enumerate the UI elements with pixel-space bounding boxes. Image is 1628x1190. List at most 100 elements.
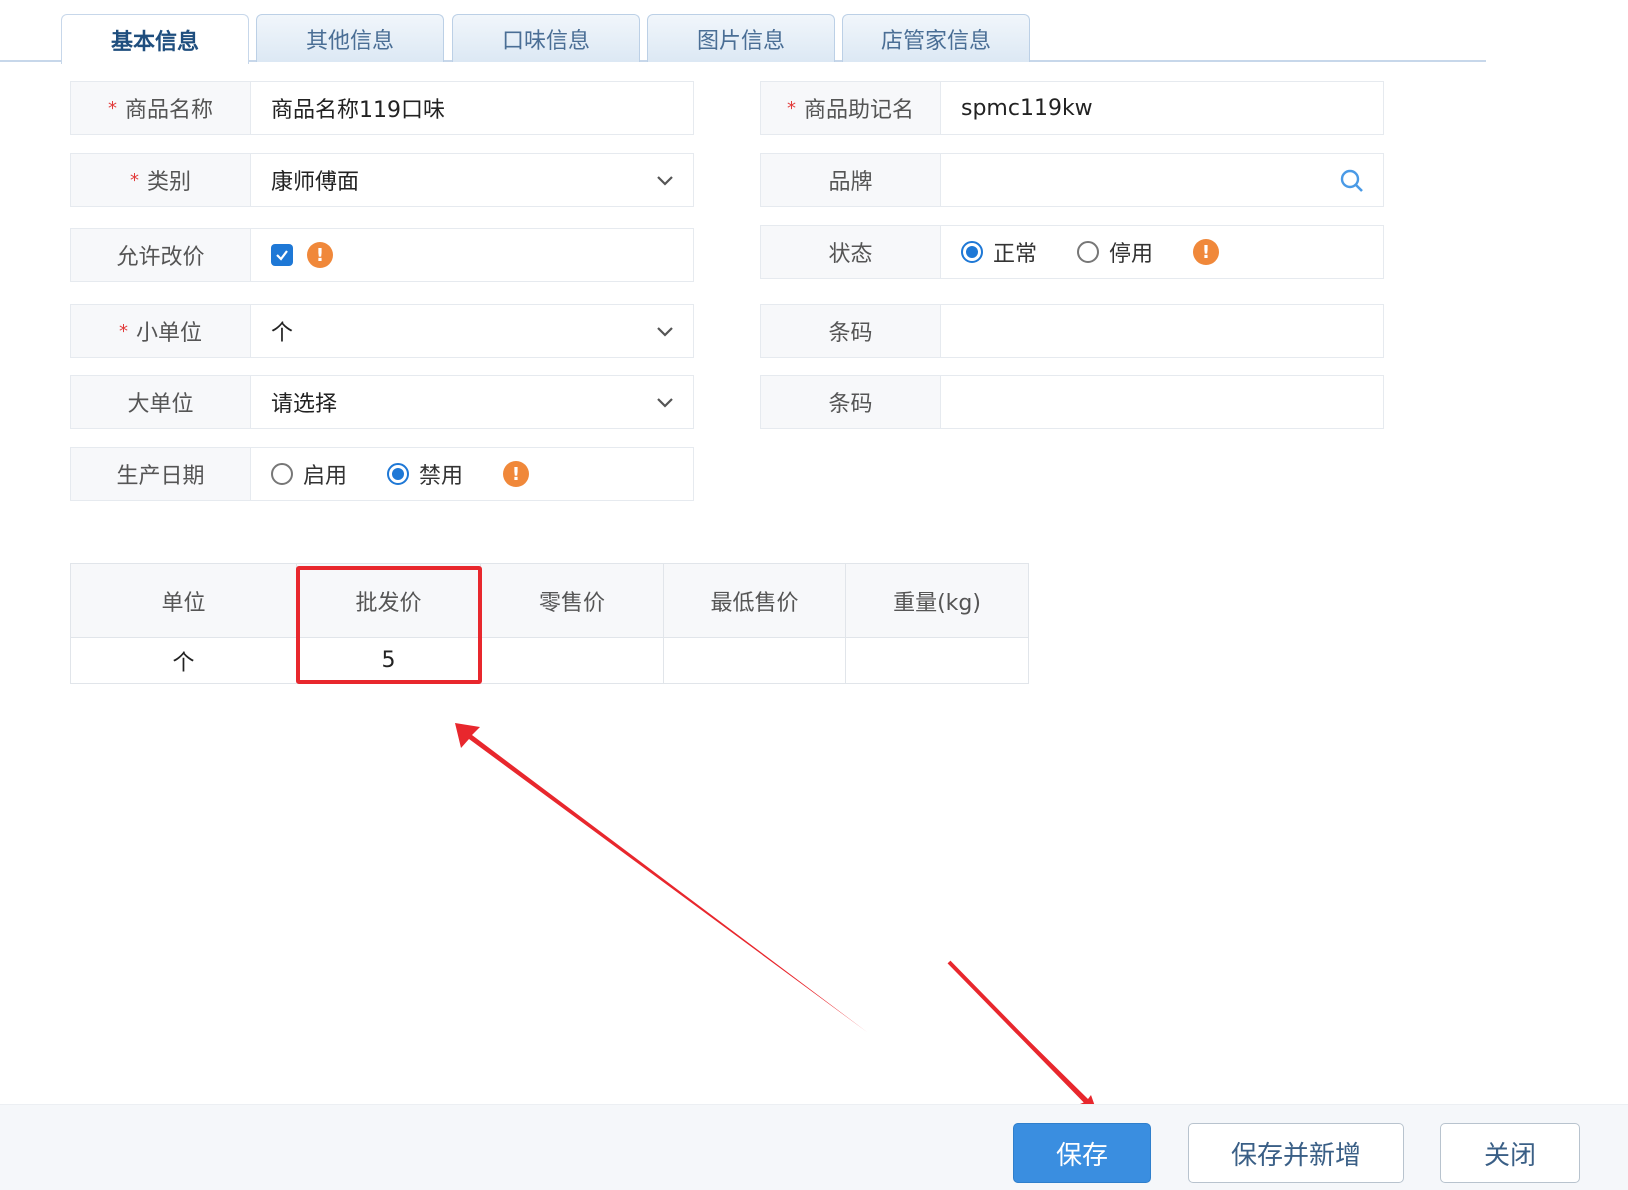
production-date-radio-group: 启用 禁用 ! bbox=[271, 458, 530, 490]
cell-min-price[interactable] bbox=[663, 637, 846, 684]
mnemonic-input[interactable]: spmc119kw bbox=[941, 82, 1383, 134]
allow-price-change-control: ! bbox=[251, 229, 693, 281]
category-label: * 类别 bbox=[71, 154, 251, 206]
cell-retail-price[interactable] bbox=[480, 637, 664, 684]
chevron-down-icon[interactable] bbox=[655, 322, 675, 342]
annotation-arrow-to-save bbox=[949, 962, 1097, 1112]
mnemonic-label: * 商品助记名 bbox=[761, 82, 941, 134]
product-name-input[interactable]: 商品名称119口味 bbox=[251, 82, 693, 134]
small-unit-label: * 小单位 bbox=[71, 305, 251, 357]
required-icon: * bbox=[786, 97, 796, 119]
save-button[interactable]: 保存 bbox=[1013, 1123, 1151, 1183]
production-date-control: 启用 禁用 ! bbox=[251, 448, 693, 500]
check-icon bbox=[276, 250, 288, 261]
column-header-weight: 重量(kg) bbox=[845, 563, 1029, 638]
product-name-label: * 商品名称 bbox=[71, 82, 251, 134]
brand-field: 品牌 bbox=[760, 153, 1384, 207]
large-unit-select[interactable]: 请选择 bbox=[251, 376, 693, 428]
price-table: 单位 批发价 零售价 最低售价 重量(kg) 个 5 bbox=[70, 563, 1029, 684]
status-disabled-radio[interactable]: 停用 bbox=[1077, 236, 1153, 268]
tab-other-info[interactable]: 其他信息 bbox=[256, 14, 444, 62]
annotation-arrow-to-save-shaft bbox=[947, 960, 1090, 1106]
large-unit-label-text: 大单位 bbox=[127, 392, 194, 417]
tab-flavor-info[interactable]: 口味信息 bbox=[452, 14, 640, 62]
barcode-label-text-2: 条码 bbox=[828, 392, 873, 417]
barcode-field-2: 条码 bbox=[760, 375, 1384, 429]
large-unit-value: 请选择 bbox=[271, 392, 338, 417]
allow-price-change-checkbox[interactable] bbox=[271, 244, 293, 266]
large-unit-field: 大单位 请选择 bbox=[70, 375, 694, 429]
production-date-enable-radio[interactable]: 启用 bbox=[271, 458, 347, 490]
brand-label: 品牌 bbox=[761, 154, 941, 206]
small-unit-select[interactable]: 个 bbox=[251, 305, 693, 357]
status-control: 正常 停用 ! bbox=[941, 226, 1383, 278]
status-label-text: 状态 bbox=[828, 242, 873, 267]
status-normal-radio[interactable]: 正常 bbox=[961, 236, 1037, 268]
barcode-input-1[interactable] bbox=[941, 305, 1383, 357]
radio-selected-icon bbox=[961, 241, 983, 263]
status-normal-label: 正常 bbox=[993, 242, 1038, 267]
production-date-disable-label: 禁用 bbox=[419, 464, 464, 489]
mnemonic-field: * 商品助记名 spmc119kw bbox=[760, 81, 1384, 135]
brand-label-text: 品牌 bbox=[828, 170, 873, 195]
tab-store-manager-info[interactable]: 店管家信息 bbox=[842, 14, 1030, 62]
column-header-wholesale-price: 批发价 bbox=[296, 563, 481, 638]
tab-basic-info[interactable]: 基本信息 bbox=[61, 14, 249, 64]
warning-icon[interactable]: ! bbox=[307, 242, 333, 268]
column-header-min-price: 最低售价 bbox=[663, 563, 846, 638]
tab-bar: 基本信息 其他信息 口味信息 图片信息 店管家信息 bbox=[0, 14, 1486, 64]
barcode-label-1: 条码 bbox=[761, 305, 941, 357]
small-unit-value: 个 bbox=[271, 321, 294, 346]
required-icon: * bbox=[118, 320, 128, 342]
production-date-label-text: 生产日期 bbox=[116, 464, 205, 489]
radio-unselected-icon bbox=[271, 463, 293, 485]
production-date-label: 生产日期 bbox=[71, 448, 251, 500]
warning-icon[interactable]: ! bbox=[503, 461, 530, 487]
chevron-down-icon[interactable] bbox=[655, 171, 675, 191]
warning-icon[interactable]: ! bbox=[1193, 239, 1220, 265]
category-label-text: 类别 bbox=[146, 170, 191, 195]
production-date-enable-label: 启用 bbox=[303, 464, 348, 489]
radio-unselected-icon bbox=[1077, 241, 1100, 263]
brand-input[interactable] bbox=[941, 154, 1383, 206]
status-label: 状态 bbox=[761, 226, 941, 278]
cell-unit: 个 bbox=[70, 637, 297, 684]
barcode-field-1: 条码 bbox=[760, 304, 1384, 358]
product-edit-dialog: 基本信息 其他信息 口味信息 图片信息 店管家信息 * 商品名称 商品名称119口… bbox=[0, 0, 1628, 1190]
large-unit-label: 大单位 bbox=[71, 376, 251, 428]
cell-wholesale-price[interactable]: 5 bbox=[296, 637, 481, 684]
status-disabled-label: 停用 bbox=[1109, 242, 1154, 267]
status-radio-group: 正常 停用 ! bbox=[961, 236, 1220, 268]
search-icon[interactable] bbox=[1339, 168, 1365, 194]
barcode-label-text-1: 条码 bbox=[828, 321, 873, 346]
allow-price-change-label: 允许改价 bbox=[71, 229, 251, 281]
barcode-input-2[interactable] bbox=[941, 376, 1383, 428]
required-icon: * bbox=[129, 169, 139, 191]
chevron-down-icon[interactable] bbox=[655, 393, 675, 413]
column-header-unit: 单位 bbox=[70, 563, 297, 638]
radio-selected-icon bbox=[387, 463, 410, 485]
barcode-label-2: 条码 bbox=[761, 376, 941, 428]
close-button[interactable]: 关闭 bbox=[1440, 1123, 1580, 1183]
category-value: 康师傅面 bbox=[271, 170, 360, 195]
cell-weight[interactable] bbox=[845, 637, 1029, 684]
footer-bar: 保存 保存并新增 关闭 bbox=[0, 1104, 1628, 1190]
allow-price-change-field: 允许改价 ! bbox=[70, 228, 694, 282]
required-icon: * bbox=[107, 97, 117, 119]
mnemonic-label-text: 商品助记名 bbox=[803, 98, 914, 123]
small-unit-field: * 小单位 个 bbox=[70, 304, 694, 358]
production-date-disable-radio[interactable]: 禁用 bbox=[387, 458, 463, 490]
allow-price-change-label-text: 允许改价 bbox=[116, 245, 205, 270]
category-field: * 类别 康师傅面 bbox=[70, 153, 694, 207]
price-table-header-row: 单位 批发价 零售价 最低售价 重量(kg) bbox=[70, 563, 1029, 638]
category-select[interactable]: 康师傅面 bbox=[251, 154, 693, 206]
table-row: 个 5 bbox=[70, 637, 1029, 684]
column-header-retail-price: 零售价 bbox=[480, 563, 664, 638]
tab-image-info[interactable]: 图片信息 bbox=[647, 14, 835, 62]
product-name-field: * 商品名称 商品名称119口味 bbox=[70, 81, 694, 135]
small-unit-label-text: 小单位 bbox=[135, 321, 202, 346]
status-field: 状态 正常 停用 ! bbox=[760, 225, 1384, 279]
save-and-new-button[interactable]: 保存并新增 bbox=[1188, 1123, 1404, 1183]
product-name-label-text: 商品名称 bbox=[124, 98, 213, 123]
production-date-field: 生产日期 启用 禁用 ! bbox=[70, 447, 694, 501]
